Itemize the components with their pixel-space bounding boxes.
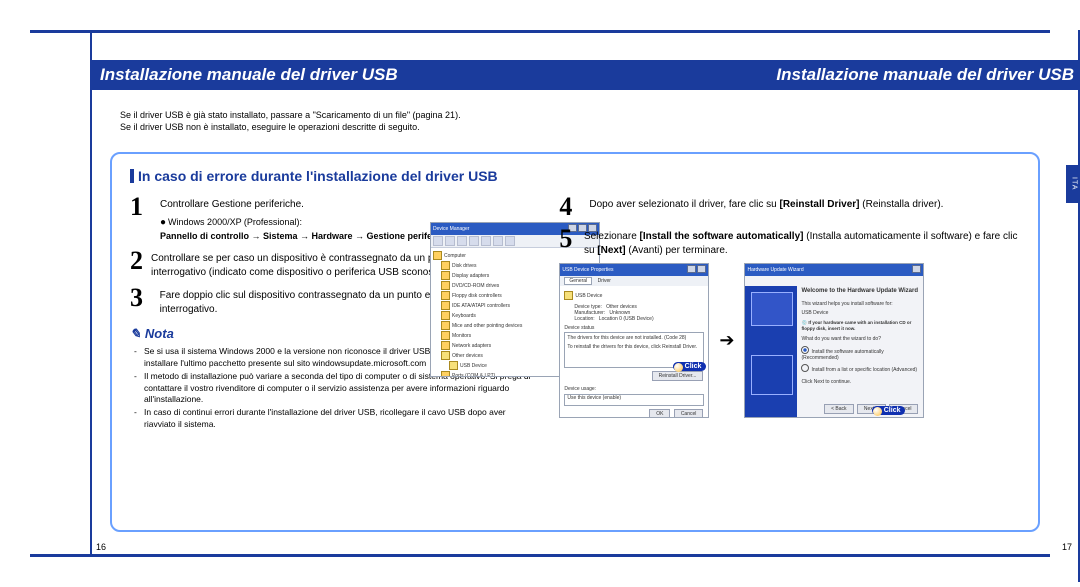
step-1-sub-lead: Windows 2000/XP (Professional): [168,217,302,227]
dialog-body: USB Device Device type: Other devices Ma… [560,286,708,418]
cd-hint: 💿 If your hardware came with an installa… [801,320,919,332]
window-buttons [686,265,706,275]
click-badge: Click [872,406,906,415]
tree-item: Display adapters [452,273,489,279]
tree-item: Floppy disk controllers [452,293,502,299]
step-1-text: Controllare Gestione periferiche. [160,198,454,212]
note-item: In caso di continui errori durante l'ins… [144,407,539,430]
tree-item: Disk drives [452,263,476,269]
ok-button: OK [649,409,670,418]
wizard-screenshot: Hardware Update Wizard Welcome to the Ha… [744,263,924,418]
tab-driver: Driver [594,278,615,284]
left-column: 1 Controllare Gestione periferiche. ●Win… [130,194,539,432]
monitor-icon [751,292,793,326]
intro-text: Se il driver USB è già stato installato,… [120,110,1040,133]
section-title-text: In caso di errore durante l'installazion… [138,168,498,184]
radio-manual [801,364,809,372]
properties-screenshot: USB Device Properties General Driver USB… [559,263,709,418]
screenshots-row: USB Device Properties General Driver USB… [559,263,1020,418]
wizard-main: Welcome to the Hardware Update Wizard Th… [801,288,919,386]
box-icon [751,355,793,395]
tree-item-unknown: USB Device [460,363,487,369]
window-title: Hardware Update Wizard [747,267,803,273]
left-margin-rule [90,30,92,557]
step-5: 5 Selezionare [Install the software auto… [559,226,1020,257]
tree-item: Ports (COM & LPT) [452,373,495,378]
window-title: Device Manager [433,226,469,232]
step-4-text: Dopo aver selezionato il driver, fare cl… [589,194,943,220]
radio-auto [801,346,809,354]
cancel-button: Cancel [674,409,704,418]
tree-item: Network adapters [452,343,491,349]
content-panel: In caso di errore durante l'installazion… [110,152,1040,532]
wizard-sidebar [745,286,797,418]
usage-field: Use this device (enable) [564,394,704,406]
step-1-sub: ●Windows 2000/XP (Professional): Pannell… [160,216,454,243]
reinstall-button: Reinstall Driver... [652,371,704,381]
tree-item: DVD/CD-ROM drives [452,283,499,289]
window-titlebar: USB Device Properties [560,264,708,276]
window-buttons [911,265,921,275]
note-title: Nota [145,326,174,341]
step-number: 4 [559,194,581,220]
header-title-right: Installazione manuale del driver USB [768,65,1080,85]
step-1-sub-path: Pannello di controllo → Sistema → Hardwa… [160,231,454,241]
language-tab: ITA [1066,165,1080,203]
status-label: Device status [564,325,704,331]
intro-line-2: Se il driver USB non è installato, esegu… [120,122,1040,134]
tree-item: Other devices [452,353,483,359]
window-titlebar: Hardware Update Wizard [745,264,923,276]
tree-item: Keyboards [452,313,476,319]
wizard-welcome: Welcome to the Hardware Update Wizard [801,288,918,294]
manual-page: Installazione manuale del driver USB Ins… [0,0,1080,587]
arrow-icon: ➔ [719,330,734,351]
pen-icon: ✎ [130,326,141,342]
click-badge: Click [673,362,707,371]
tree-item: Computer [444,253,466,259]
right-column: 4 Dopo aver selezionato il driver, fare … [559,194,1020,432]
step-number: 1 [130,194,152,242]
tree-item: Mice and other pointing devices [452,323,522,329]
device-name: USB Device [575,293,602,299]
section-title: In caso di errore durante l'installazion… [130,168,1020,184]
page-number-right: 17 [1062,542,1072,552]
step-number: 5 [559,226,576,257]
step-5-text: Selezionare [Install the software automa… [584,226,1020,257]
tab-general: General [564,277,592,285]
page-number-left: 16 [96,542,106,552]
intro-line-1: Se il driver USB è già stato installato,… [120,110,1040,122]
window-title: USB Device Properties [562,267,613,273]
tree-item: IDE ATA/ATAPI controllers [452,303,510,309]
tabs: General Driver [560,276,708,286]
tree-item: Monitors [452,333,471,339]
step-4: 4 Dopo aver selezionato il driver, fare … [559,194,1020,220]
back-button: < Back [824,404,853,414]
header-bar: Installazione manuale del driver USB Ins… [92,60,1080,90]
header-title-left: Installazione manuale del driver USB [92,65,398,85]
step-number: 3 [130,285,152,316]
wizard-device: USB Device [801,310,919,317]
usage-label: Device usage: [564,386,704,392]
step-number: 2 [130,248,143,279]
